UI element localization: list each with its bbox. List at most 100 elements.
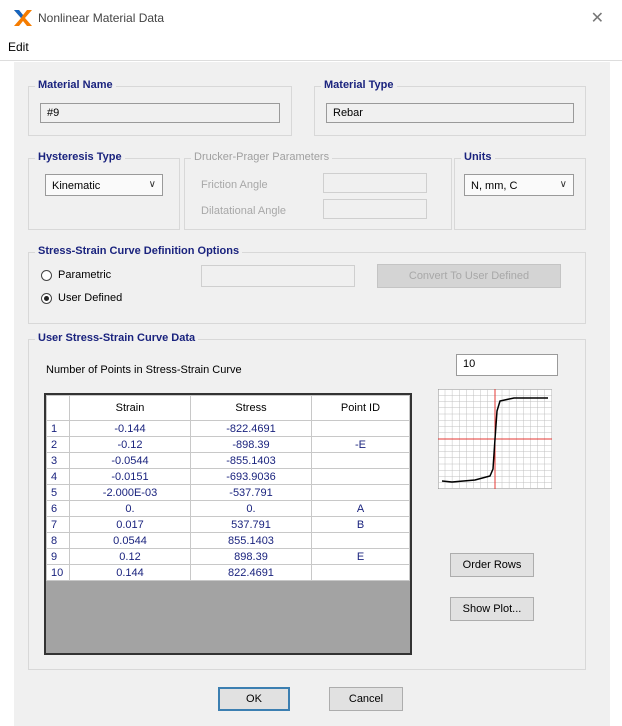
row-number: 2 xyxy=(46,436,70,453)
units-value: N, mm, C xyxy=(471,180,518,192)
dilatational-angle-field xyxy=(323,199,427,219)
material-type-group: Material Type Rebar xyxy=(314,79,586,136)
strain-cell[interactable]: -0.0544 xyxy=(69,452,191,469)
point-id-cell[interactable] xyxy=(311,420,410,437)
table-row[interactable]: 7 0.017 537.791 B xyxy=(46,516,410,533)
cancel-button[interactable]: Cancel xyxy=(329,687,403,711)
point-id-cell[interactable]: A xyxy=(311,500,410,517)
row-number: 1 xyxy=(46,420,70,437)
point-id-cell[interactable] xyxy=(311,468,410,485)
strain-cell[interactable]: -0.0151 xyxy=(69,468,191,485)
stress-strain-grid[interactable]: Strain Stress Point ID 1 -0.144 -822.4691 2… xyxy=(44,393,412,655)
stress-cell[interactable]: -898.39 xyxy=(190,436,312,453)
parametric-label: Parametric xyxy=(58,269,112,281)
hysteresis-type-group: Hysteresis Type Kinematic ∨ xyxy=(28,151,180,230)
drucker-prager-label: Drucker-Prager Parameters xyxy=(191,151,333,163)
radio-user-defined-dot xyxy=(41,292,52,304)
radio-parametric-dot xyxy=(41,269,52,281)
convert-to-user-defined-button: Convert To User Defined xyxy=(377,264,561,288)
table-row[interactable]: 2 -0.12 -898.39 -E xyxy=(46,436,410,453)
row-number: 3 xyxy=(46,452,70,469)
title-bar: Nonlinear Material Data ✕ xyxy=(0,0,622,36)
stress-cell[interactable]: 0. xyxy=(190,500,312,517)
parametric-field xyxy=(201,265,355,287)
units-group: Units N, mm, C ∨ xyxy=(454,151,586,230)
stress-cell[interactable]: -693.9036 xyxy=(190,468,312,485)
point-id-cell[interactable]: E xyxy=(311,548,410,565)
stress-strain-plot xyxy=(438,389,552,489)
stress-cell[interactable]: 898.39 xyxy=(190,548,312,565)
material-name-group: Material Name #9 xyxy=(28,79,292,136)
drucker-prager-group: Drucker-Prager Parameters Friction Angle… xyxy=(184,151,452,230)
chevron-down-icon: ∨ xyxy=(559,179,567,190)
point-id-cell[interactable] xyxy=(311,532,410,549)
stress-cell[interactable]: -822.4691 xyxy=(190,420,312,437)
strain-cell[interactable]: -0.12 xyxy=(69,436,191,453)
user-defined-radio[interactable]: User Defined xyxy=(41,292,122,304)
order-rows-button[interactable]: Order Rows xyxy=(450,553,534,577)
strain-cell[interactable]: 0. xyxy=(69,500,191,517)
parametric-radio[interactable]: Parametric xyxy=(41,269,111,281)
col-strain-header: Strain xyxy=(69,395,191,421)
menu-bar: Edit xyxy=(0,36,622,61)
units-select[interactable]: N, mm, C ∨ xyxy=(464,174,574,196)
col-pointid-header: Point ID xyxy=(311,395,410,421)
close-icon[interactable]: ✕ xyxy=(591,8,604,28)
strain-cell[interactable]: -2.000E-03 xyxy=(69,484,191,501)
hysteresis-type-label: Hysteresis Type xyxy=(35,151,125,163)
row-number: 10 xyxy=(46,564,70,581)
point-id-cell[interactable] xyxy=(311,564,410,581)
ok-button[interactable]: OK xyxy=(218,687,290,711)
hysteresis-type-select[interactable]: Kinematic ∨ xyxy=(45,174,163,196)
table-row[interactable]: 5 -2.000E-03 -537.791 xyxy=(46,484,410,501)
user-defined-label: User Defined xyxy=(58,292,123,304)
stress-cell[interactable]: 537.791 xyxy=(190,516,312,533)
table-row[interactable]: 4 -0.0151 -693.9036 xyxy=(46,468,410,485)
curve-options-group: Stress-Strain Curve Definition Options P… xyxy=(28,245,586,324)
chevron-down-icon: ∨ xyxy=(148,179,156,190)
row-number: 5 xyxy=(46,484,70,501)
dialog-body: Material Name #9 Material Type Rebar Hys… xyxy=(14,62,610,726)
show-plot-button[interactable]: Show Plot... xyxy=(450,597,534,621)
user-curve-label: User Stress-Strain Curve Data xyxy=(35,332,199,344)
table-row[interactable]: 9 0.12 898.39 E xyxy=(46,548,410,565)
col-stress-header: Stress xyxy=(190,395,312,421)
menu-edit[interactable]: Edit xyxy=(8,40,29,54)
point-id-cell[interactable]: B xyxy=(311,516,410,533)
table-row[interactable]: 3 -0.0544 -855.1403 xyxy=(46,452,410,469)
table-row[interactable]: 8 0.0544 855.1403 xyxy=(46,532,410,549)
strain-cell[interactable]: -0.144 xyxy=(69,420,191,437)
material-name-field: #9 xyxy=(40,103,280,123)
row-number: 4 xyxy=(46,468,70,485)
npoints-field[interactable]: 10 xyxy=(456,354,558,376)
row-number: 8 xyxy=(46,532,70,549)
stress-cell[interactable]: -537.791 xyxy=(190,484,312,501)
material-name-label: Material Name xyxy=(35,79,116,91)
table-row[interactable]: 6 0. 0. A xyxy=(46,500,410,517)
friction-angle-label: Friction Angle xyxy=(201,179,268,191)
point-id-cell[interactable] xyxy=(311,452,410,469)
npoints-label: Number of Points in Stress-Strain Curve xyxy=(46,364,242,376)
units-label: Units xyxy=(461,151,495,163)
stress-cell[interactable]: -855.1403 xyxy=(190,452,312,469)
row-number: 6 xyxy=(46,500,70,517)
hysteresis-type-value: Kinematic xyxy=(52,180,101,192)
material-type-field: Rebar xyxy=(326,103,574,123)
row-number: 9 xyxy=(46,548,70,565)
window-title: Nonlinear Material Data xyxy=(38,11,165,25)
strain-cell[interactable]: 0.12 xyxy=(69,548,191,565)
dilatational-angle-label: Dilatational Angle xyxy=(201,205,287,217)
table-row[interactable]: 10 0.144 822.4691 xyxy=(46,564,410,581)
point-id-cell[interactable] xyxy=(311,484,410,501)
point-id-cell[interactable]: -E xyxy=(311,436,410,453)
stress-cell[interactable]: 822.4691 xyxy=(190,564,312,581)
strain-cell[interactable]: 0.144 xyxy=(69,564,191,581)
material-type-label: Material Type xyxy=(321,79,397,91)
stress-cell[interactable]: 855.1403 xyxy=(190,532,312,549)
app-icon xyxy=(14,10,32,26)
col-rownum-header xyxy=(46,395,70,421)
table-row[interactable]: 1 -0.144 -822.4691 xyxy=(46,420,410,437)
strain-cell[interactable]: 0.0544 xyxy=(69,532,191,549)
strain-cell[interactable]: 0.017 xyxy=(69,516,191,533)
curve-options-label: Stress-Strain Curve Definition Options xyxy=(35,245,243,257)
